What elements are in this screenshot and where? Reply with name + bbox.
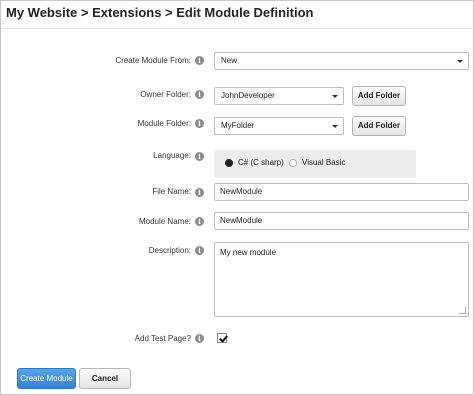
create-from-select[interactable]: New (214, 52, 469, 70)
module-name-input[interactable]: NewModule (214, 212, 469, 230)
radio-visual-basic-label[interactable]: Visual Basic (302, 158, 345, 167)
create-from-value: New (221, 56, 238, 65)
checkmark-icon (219, 333, 228, 343)
resize-handle-icon[interactable] (459, 307, 466, 314)
info-icon[interactable]: i (195, 90, 204, 99)
language-radio-group: C# (C sharp) Visual Basic (214, 150, 416, 178)
owner-folder-select[interactable]: JohnDeveloper (214, 87, 344, 105)
info-icon[interactable]: i (195, 188, 204, 197)
page-title: My Website > Extensions > Edit Module De… (6, 5, 314, 20)
module-add-folder-button[interactable]: Add Folder (352, 116, 406, 136)
description-value: My new module (220, 248, 277, 257)
radio-csharp-label[interactable]: C# (C sharp) (238, 158, 284, 167)
create-from-label: Create Module From: (115, 56, 191, 65)
module-definition-panel: My Website > Extensions > Edit Module De… (0, 0, 474, 395)
info-icon[interactable]: i (195, 119, 204, 128)
module-folder-label: Module Folder: (137, 119, 191, 128)
chevron-down-icon (332, 125, 338, 128)
language-label: Language: (153, 151, 191, 160)
owner-folder-value: JohnDeveloper (221, 91, 275, 100)
module-name-label: Module Name: (138, 217, 191, 226)
create-module-button[interactable]: Create Module (17, 368, 76, 389)
cancel-button[interactable]: Cancel (79, 368, 131, 389)
module-folder-select[interactable]: MyFolder (214, 117, 344, 135)
title-divider (1, 28, 473, 29)
info-icon[interactable]: i (195, 152, 204, 161)
info-icon[interactable]: i (195, 246, 204, 255)
info-icon[interactable]: i (195, 334, 204, 343)
chevron-down-icon (332, 95, 338, 98)
info-icon[interactable]: i (195, 217, 204, 226)
file-name-input[interactable]: NewModule (214, 183, 469, 201)
file-name-label: File Name: (152, 187, 191, 196)
radio-visual-basic[interactable] (289, 159, 297, 167)
description-label: Description: (148, 246, 191, 255)
owner-add-folder-button[interactable]: Add Folder (352, 86, 406, 106)
module-folder-value: MyFolder (221, 121, 255, 130)
add-test-page-label: Add Test Page? (134, 334, 191, 343)
add-test-page-checkbox[interactable] (217, 333, 228, 343)
description-textarea[interactable]: My new module (214, 242, 469, 317)
info-icon[interactable]: i (195, 56, 204, 65)
owner-folder-label: Owner Folder: (140, 90, 191, 99)
chevron-down-icon (457, 60, 463, 63)
radio-csharp[interactable] (225, 159, 233, 167)
